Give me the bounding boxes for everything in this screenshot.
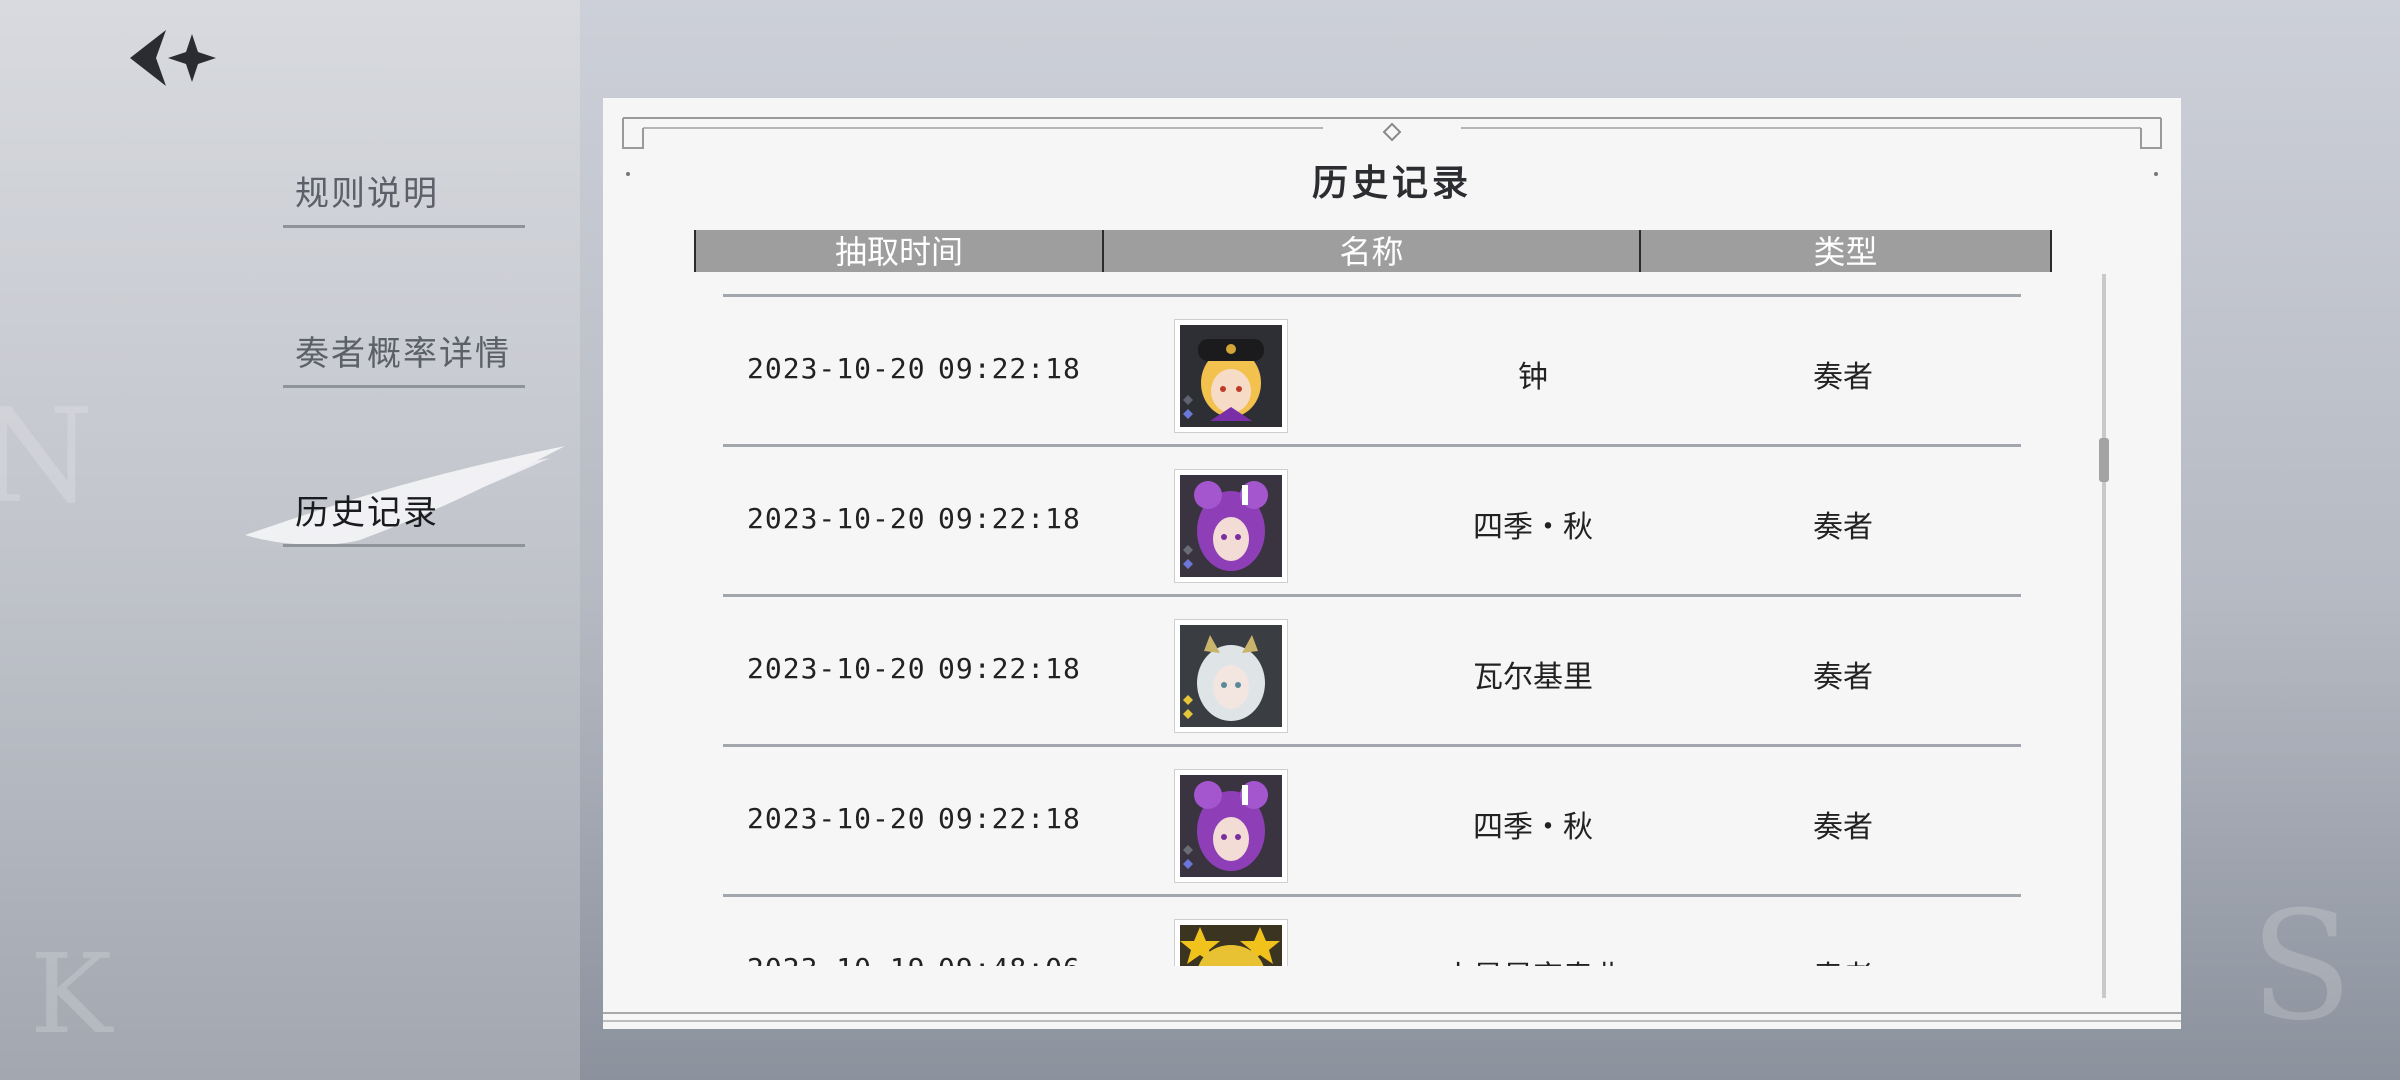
table-row: 2023-10-20 09:22:18 瓦尔基里 奏者: [723, 594, 2021, 744]
draw-date: 2023-10-20: [747, 652, 926, 685]
page-title: 历史记录: [1311, 162, 1472, 204]
table-header: 抽取时间 名称 类型: [694, 230, 2052, 272]
character-type: 奏者: [1813, 510, 1873, 545]
character-name: 瓦尔基里: [1473, 660, 1593, 695]
character-avatar: [1174, 319, 1288, 433]
character-avatar: [1174, 919, 1288, 966]
sidebar-item-probability[interactable]: 奏者概率详情: [283, 324, 525, 388]
draw-date: 2023-10-20: [747, 502, 926, 535]
scrollbar-thumb[interactable]: [2099, 438, 2109, 482]
table-row: 2023-10-20 09:22:18 四季・秋 奏者: [723, 444, 2021, 594]
character-name: 四季・秋: [1473, 810, 1593, 845]
table-row: 2023-10-20 09:22:18 钟 奏者: [723, 294, 2021, 444]
draw-time: 09:22:18: [938, 352, 1081, 385]
sidebar-item-label: 奏者概率详情: [295, 334, 511, 374]
purple-hair-character-icon: [1180, 475, 1282, 577]
scrollbar[interactable]: [2099, 274, 2109, 998]
purple-hair-character-icon: [1180, 775, 1282, 877]
column-header-name: 名称: [1104, 230, 1641, 272]
white-hair-character-icon: [1180, 625, 1282, 727]
draw-time: 09:22:18: [938, 802, 1081, 835]
sidebar-item-history[interactable]: 历史记录: [283, 483, 525, 547]
decorative-letter: S: [2250, 880, 2353, 1054]
back-button[interactable]: [128, 28, 220, 88]
blonde-character-icon: [1180, 325, 1282, 427]
character-avatar: [1174, 469, 1288, 583]
history-panel: 历史记录 抽取时间 名称 类型 2023-10-20 09:22:18 钟 奏者…: [603, 98, 2181, 1029]
character-type: 奏者: [1813, 660, 1873, 695]
sidebar-item-rules[interactable]: 规则说明: [283, 164, 525, 228]
table-row: 2023-10-19 09:48:06 小星星变奏曲 奏者: [723, 894, 2021, 966]
character-avatar: [1174, 619, 1288, 733]
decorative-letter: N: [0, 380, 94, 532]
draw-time: 09:22:18: [938, 652, 1081, 685]
character-name: 小星星变奏曲: [1383, 952, 1683, 966]
table-row: 2023-10-20 09:22:18 四季・秋 奏者: [723, 744, 2021, 894]
character-avatar: [1174, 769, 1288, 883]
sidebar-item-label: 历史记录: [295, 493, 439, 533]
character-name: 钟: [1518, 360, 1548, 395]
history-table-body[interactable]: 2023-10-20 09:22:18 钟 奏者 2023-10-20 09:2…: [723, 294, 2021, 966]
draw-time: 09:22:18: [938, 502, 1081, 535]
gold-star-character-icon: [1180, 925, 1282, 966]
back-arrow-star-icon: [130, 30, 216, 86]
character-type: 奏者: [1813, 810, 1873, 845]
draw-date: 2023-10-19: [747, 952, 926, 966]
decorative-letter: K: [30, 930, 113, 1058]
draw-date: 2023-10-20: [747, 352, 926, 385]
sidebar-item-label: 规则说明: [295, 174, 439, 214]
draw-date: 2023-10-20: [747, 802, 926, 835]
character-name: 四季・秋: [1473, 510, 1593, 545]
character-type: 奏者: [1813, 360, 1873, 395]
panel-bottom-ornament: [603, 1012, 2181, 1022]
draw-time: 09:48:06: [938, 952, 1081, 966]
character-type: 奏者: [1743, 952, 1943, 966]
column-header-time: 抽取时间: [696, 230, 1104, 272]
column-header-type: 类型: [1813, 233, 1878, 271]
